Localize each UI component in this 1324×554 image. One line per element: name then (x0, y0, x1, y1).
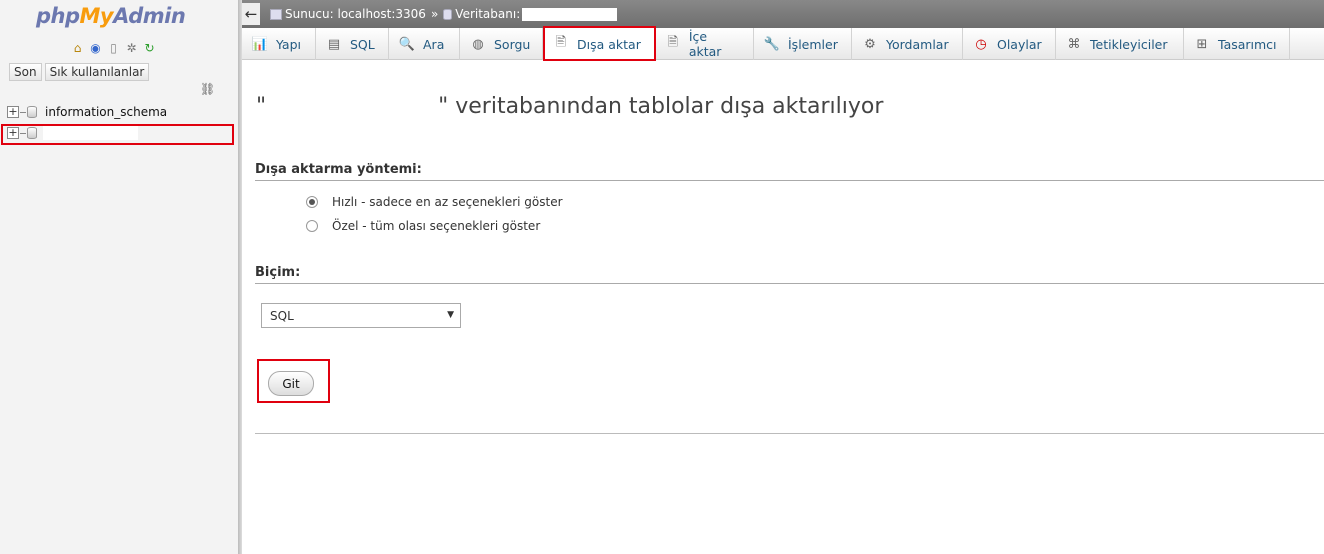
tab-sql[interactable]: ▤ SQL (316, 28, 389, 60)
docs-icon[interactable]: ▯ (106, 40, 121, 55)
clock-icon: ◷ (975, 36, 987, 52)
collapse-sidebar-button[interactable]: ← (242, 3, 260, 25)
search-icon: 🔍 (398, 36, 416, 52)
highlight-box (257, 359, 330, 403)
tab-routines[interactable]: ⚙ Yordamlar (852, 28, 963, 60)
tab-label: Sorgu (494, 36, 531, 52)
recent-button[interactable]: Son (9, 63, 42, 81)
tab-label: Tasarımcı (1218, 36, 1277, 52)
tab-label: Olaylar (997, 36, 1042, 52)
quick-icons: ⌂ ◉ ▯ ✲ ↻ (70, 40, 157, 55)
db-tree-item[interactable]: + information_schema (7, 103, 167, 121)
tab-triggers[interactable]: ⌘ Tetikleyiciler (1056, 28, 1184, 60)
radio-dot (309, 199, 315, 205)
tree-connector (20, 111, 26, 113)
tab-label: İşlemler (788, 36, 838, 52)
breadcrumb-separator: » (430, 7, 439, 21)
title-suffix: " veritabanından tablolar dışa aktarılıy… (438, 94, 884, 119)
divider (255, 433, 1324, 434)
tab-label: Tetikleyiciler (1090, 36, 1168, 52)
export-method-heading: Dışa aktarma yöntemi: (255, 162, 1324, 181)
recent-favorites-bar: Son Sık kullanılanlar (9, 63, 150, 81)
quick-radio[interactable] (306, 196, 318, 208)
redacted-database-name (522, 7, 618, 21)
page-title: " " veritabanından tablolar dışa aktarılı… (256, 94, 883, 119)
reload-icon[interactable]: ↻ (142, 40, 157, 55)
tab-label: İçe aktar (688, 29, 722, 59)
expand-icon[interactable]: + (7, 106, 19, 118)
main-tabs: 📊 Yapı ▤ SQL 🔍 Ara ◍ Sorgu 🖹 Dışa aktar 🗎 İçe … (242, 28, 1324, 60)
format-select[interactable]: SQL ▼ (261, 303, 461, 328)
breadcrumb-server[interactable]: Sunucu: localhost:3306 (270, 7, 426, 21)
custom-label[interactable]: Özel - tüm olası seçenekleri göster (332, 219, 540, 233)
db-name[interactable]: information_schema (45, 105, 167, 119)
quick-export-option[interactable]: Hızlı - sadece en az seçenekleri göster (306, 195, 563, 209)
import-icon: 🗎 (667, 35, 679, 50)
sql-icon: ▤ (327, 36, 341, 52)
tab-label: Yapı (276, 36, 301, 52)
tab-query[interactable]: ◍ Sorgu (460, 28, 543, 60)
routines-icon: ⚙ (864, 36, 876, 52)
tab-label: Yordamlar (886, 36, 949, 52)
favorites-button[interactable]: Sık kullanılanlar (44, 63, 150, 81)
tab-operations[interactable]: 🔧 İşlemler (754, 28, 852, 60)
settings-icon[interactable]: ✲ (124, 40, 139, 55)
logo-my: My (79, 4, 114, 28)
custom-export-option[interactable]: Özel - tüm olası seçenekleri göster (306, 219, 540, 233)
logo-php: php (36, 4, 80, 28)
link-with-main-icon[interactable]: ⛓ (200, 82, 215, 96)
structure-icon: 📊 (251, 36, 269, 52)
query-icon: ◍ (472, 36, 484, 52)
format-heading: Biçim: (255, 265, 1324, 284)
database-label: Veritabanı: (455, 7, 521, 21)
tab-label: Ara (423, 36, 445, 52)
tab-label: SQL (350, 36, 375, 52)
triggers-icon: ⌘ (1067, 36, 1081, 52)
tab-designer[interactable]: ⊞ Tasarımcı (1184, 28, 1290, 60)
server-icon (270, 8, 282, 20)
logo-admin: Admin (113, 4, 186, 28)
custom-radio[interactable] (306, 220, 318, 232)
breadcrumb-bar: ← Sunucu: localhost:3306 » Veritabanı: (242, 0, 1324, 28)
server-label: Sunucu: localhost:3306 (285, 7, 426, 21)
wrench-icon: 🔧 (763, 36, 781, 52)
phpmyadmin-logo[interactable]: phpMyAdmin (36, 4, 186, 28)
designer-icon: ⊞ (1196, 36, 1208, 52)
tab-import[interactable]: 🗎 İçe aktar (655, 28, 754, 60)
dropdown-arrow-icon: ▼ (447, 310, 454, 320)
database-icon (27, 106, 37, 118)
database-icon (443, 8, 453, 20)
title-prefix: " (256, 94, 267, 119)
highlight-box (1, 124, 234, 145)
tab-structure[interactable]: 📊 Yapı (242, 28, 316, 60)
quick-label[interactable]: Hızlı - sadece en az seçenekleri göster (332, 195, 563, 209)
highlight-box (543, 26, 656, 61)
help-icon[interactable]: ◉ (88, 40, 103, 55)
home-icon[interactable]: ⌂ (70, 40, 85, 55)
format-selected-value: SQL (270, 308, 294, 323)
breadcrumb-database[interactable]: Veritabanı: (443, 7, 618, 21)
main-content: " " veritabanından tablolar dışa aktarılı… (242, 61, 1324, 554)
tab-search[interactable]: 🔍 Ara (389, 28, 460, 60)
tab-events[interactable]: ◷ Olaylar (963, 28, 1056, 60)
navigation-sidebar: phpMyAdmin ⌂ ◉ ▯ ✲ ↻ Son Sık kullanılanl… (0, 0, 238, 554)
